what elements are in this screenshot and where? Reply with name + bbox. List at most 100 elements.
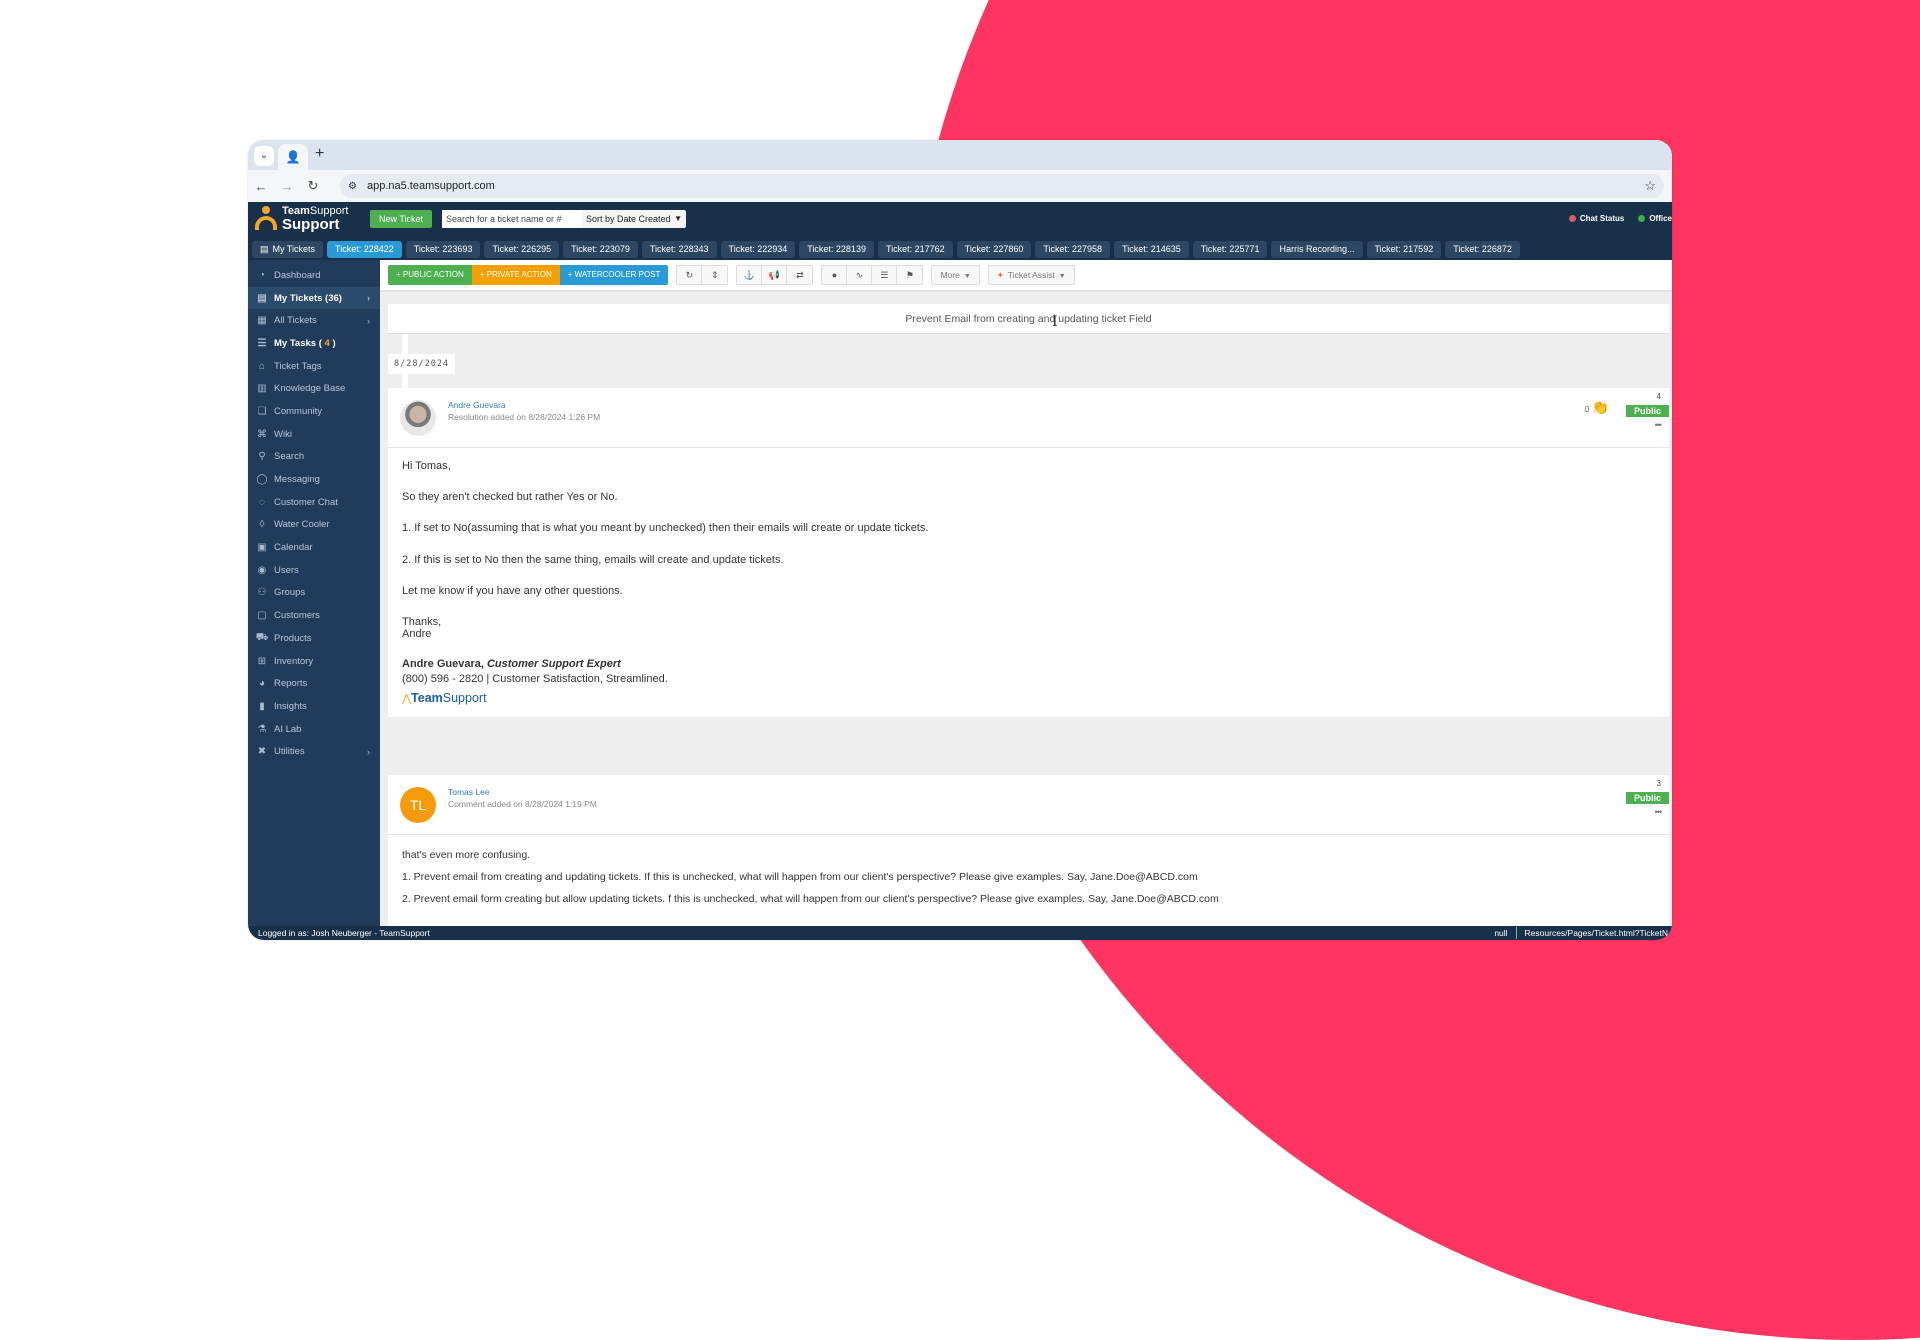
ticket-tab[interactable]: Ticket: 228422 [327, 240, 402, 258]
sidebar-item-customer-chat[interactable]: ◌ Customer Chat [248, 491, 380, 514]
record-icon[interactable]: ● [822, 266, 848, 284]
ticket-content: + PUBLIC ACTION + PRIVATE ACTION + WATER… [380, 260, 1672, 926]
search-icon: ⚲ [258, 451, 266, 463]
chat-status[interactable]: Chat Status [1568, 214, 1624, 223]
back-icon[interactable]: ← [248, 179, 274, 194]
sidebar-item-messaging[interactable]: ◯ Messaging [248, 468, 380, 491]
clap-icon: 👏 [1591, 399, 1609, 415]
list-icon[interactable]: ☰ [872, 266, 898, 284]
sidebar-item-inventory[interactable]: ⊞ Inventory [248, 650, 380, 673]
sidebar-item-my-tickets[interactable]: ▤ My Tickets (36) › [248, 286, 380, 310]
new-ticket-button[interactable]: New Ticket [370, 210, 433, 228]
ticket-tab[interactable]: Ticket: 228343 [641, 240, 717, 258]
caret-down-icon: ▼ [963, 273, 971, 280]
more-options-icon[interactable]: ••• [1655, 807, 1663, 817]
sidebar-item-community[interactable]: ❏ Community [248, 400, 380, 423]
ticket-assist-dropdown[interactable]: ✦ Ticket Assist ▼ [987, 265, 1075, 285]
tab-my-tickets[interactable]: ▤ My Tickets [252, 240, 324, 258]
visibility-badge[interactable]: Public [1625, 405, 1669, 417]
entry-author[interactable]: Tomas Lee [448, 787, 490, 797]
sidebar-item-label: My Tasks ( [274, 337, 322, 349]
expand-collapse-icon[interactable]: ⇕ [702, 266, 728, 284]
sidebar-item-insights[interactable]: ▮ Insights [248, 695, 380, 718]
ticket-tabs-bar: ▤ My Tickets Ticket: 228422 Ticket: 2236… [248, 238, 1672, 260]
sidebar-item-water-cooler[interactable]: ◊ Water Cooler [248, 514, 380, 537]
tab-search-button[interactable]: ⌄ [254, 146, 274, 166]
cart-icon: ⛟ [255, 631, 269, 643]
public-action-button[interactable]: + PUBLIC ACTION [388, 265, 472, 285]
watercooler-post-button[interactable]: + WATERCOOLER POST [559, 265, 669, 285]
office-status[interactable]: Office [1638, 214, 1672, 223]
anchor-icon[interactable]: ⚓ [737, 266, 763, 284]
more-options-icon[interactable]: ••• [1655, 420, 1663, 430]
refresh-icon[interactable]: ↻ [677, 266, 703, 284]
flag-icon[interactable]: ⚑ [897, 266, 923, 284]
sort-select-value: Sort by Date Created [586, 214, 671, 224]
sidebar-item-reports[interactable]: ◕ Reports [248, 672, 380, 695]
entry-number: 4 [1656, 392, 1661, 401]
teamsupport-logo[interactable]: TeamSupport Support [254, 205, 348, 233]
sidebar-item-all-tickets[interactable]: ▦ All Tickets › [248, 309, 380, 332]
ticket-tab[interactable]: Ticket: 222934 [720, 240, 796, 258]
avatar[interactable] [400, 400, 436, 436]
ticket-tab[interactable]: Ticket: 227860 [956, 240, 1032, 258]
sidebar-item-my-tasks[interactable]: ☰ My Tasks ( 4 ) [248, 332, 380, 355]
site-settings-icon[interactable]: ⚙ [348, 181, 357, 192]
sidebar-item-calendar[interactable]: ▣ Calendar [248, 536, 380, 559]
sidebar-item-label: All Tickets [274, 315, 317, 327]
puzzle-icon: ⌘ [257, 428, 267, 440]
more-dropdown[interactable]: More ▼ [931, 265, 980, 285]
ticket-tab[interactable]: Ticket: 223079 [563, 240, 638, 258]
ticket-tab[interactable]: Ticket: 217762 [877, 240, 953, 258]
sort-select[interactable]: Sort by Date Created ▼ [582, 210, 686, 228]
ticket-tab[interactable]: Ticket: 214635 [1114, 240, 1189, 258]
ticket-tab[interactable]: Ticket: 228139 [799, 240, 874, 258]
dashboard-icon: ◔ [258, 269, 266, 281]
megaphone-icon[interactable]: 📢 [762, 266, 788, 284]
visibility-badge[interactable]: Public [1625, 792, 1669, 804]
browser-tab[interactable]: 👤 [278, 144, 308, 170]
books-icon: ▥ [257, 383, 267, 395]
url-bar[interactable]: ⚙ app.na5.teamsupport.com ☆ [340, 174, 1664, 198]
office-status-label: Office [1649, 214, 1672, 223]
sidebar-item-products[interactable]: ⛟ Products [248, 627, 380, 650]
sidebar-item-ticket-tags[interactable]: ⌂ Ticket Tags [248, 355, 380, 378]
forward-icon[interactable]: → [274, 179, 300, 194]
tag-icon: ⌂ [258, 360, 266, 372]
entry-author[interactable]: Andre Guevara [448, 400, 506, 410]
sidebar-item-dashboard[interactable]: ◔ Dashboard [248, 264, 380, 287]
url-text: app.na5.teamsupport.com [366, 180, 495, 192]
avatar[interactable]: TL [400, 787, 436, 823]
sidebar-item-users[interactable]: ◉ Users [248, 559, 380, 582]
ticket-tab[interactable]: Ticket: 217592 [1366, 240, 1442, 258]
ticket-tab[interactable]: Ticket: 226872 [1445, 240, 1520, 258]
sidebar-item-wiki[interactable]: ⌘ Wiki [248, 423, 380, 446]
caret-down-icon: ▼ [1058, 273, 1066, 280]
teamsupport-logo-icon: 👤 [285, 150, 301, 164]
private-action-button[interactable]: + PRIVATE ACTION [471, 265, 560, 285]
body-paragraph: 2. Prevent email form creating but allow… [402, 893, 1219, 905]
ticket-tab[interactable]: Harris Recording... [1271, 240, 1363, 258]
rss-icon[interactable]: ∿ [847, 266, 873, 284]
bookmark-star-icon[interactable]: ☆ [1644, 178, 1656, 194]
sidebar-item-knowledge-base[interactable]: ▥ Knowledge Base [248, 377, 380, 400]
swap-icon[interactable]: ⇄ [787, 266, 813, 284]
reload-icon[interactable]: ↻ [300, 178, 326, 194]
body-paragraph: Let me know if you have any other questi… [402, 584, 623, 597]
ticket-tab[interactable]: Ticket: 223693 [405, 240, 481, 258]
address-bar-row: ← → ↻ ⚙ app.na5.teamsupport.com ☆ [248, 170, 1672, 202]
new-tab-button[interactable]: + [315, 145, 324, 163]
ticket-tab[interactable]: Ticket: 225771 [1192, 240, 1268, 258]
ticket-search-input[interactable] [442, 210, 582, 228]
sidebar-item-groups[interactable]: ⚇ Groups [248, 582, 380, 605]
sidebar-item-search[interactable]: ⚲ Search [248, 446, 380, 469]
ticket-title[interactable]: Prevent Email from creating and updating… [388, 304, 1669, 334]
tickets-icon: ▦ [257, 315, 267, 327]
ticket-tab[interactable]: Ticket: 227958 [1035, 240, 1111, 258]
sidebar-item-customers[interactable]: ▢ Customers [248, 604, 380, 627]
timeline-entry: Andre Guevara Resolution added on 8/28/2… [388, 388, 1669, 717]
ticket-tab[interactable]: Ticket: 226295 [484, 240, 560, 258]
sidebar-item-utilities[interactable]: ✖ Utilities › [248, 740, 380, 763]
reactions[interactable]: 0 👏 [1585, 399, 1609, 416]
sidebar-item-ai-lab[interactable]: ⚗ AI Lab [248, 718, 380, 741]
